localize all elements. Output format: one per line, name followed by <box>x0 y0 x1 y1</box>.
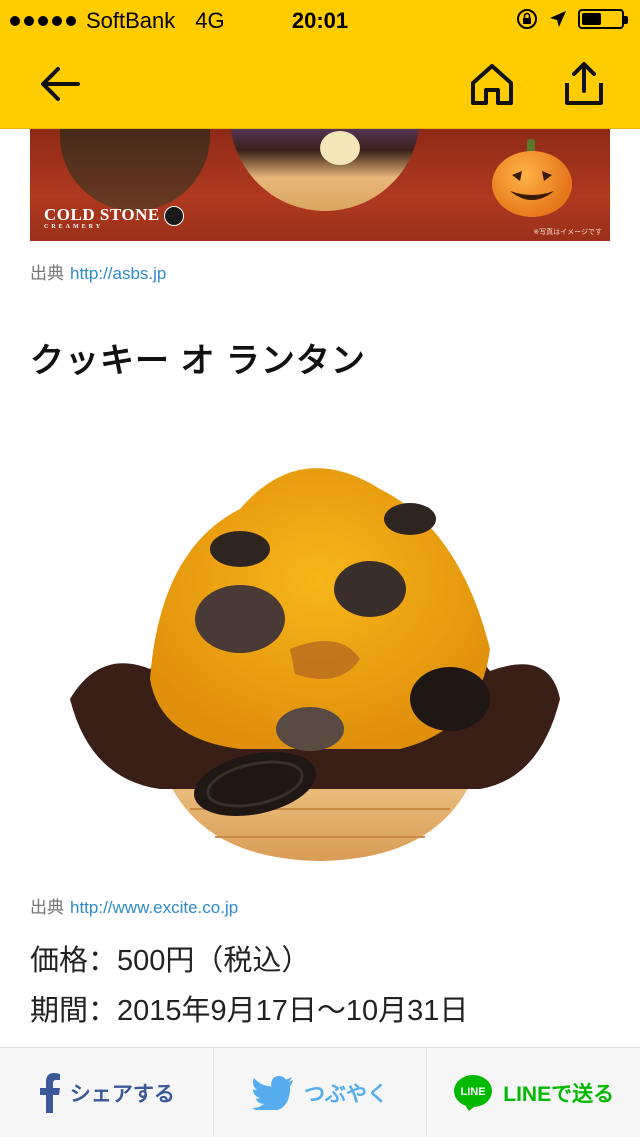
status-right <box>516 8 628 30</box>
source-label: 出典 <box>30 898 64 917</box>
rotation-lock-icon <box>517 9 537 29</box>
location-arrow-icon <box>550 11 566 27</box>
line-share-button[interactable]: LINE LINEで送る <box>427 1048 640 1137</box>
ice-cream-cup-image <box>60 129 210 211</box>
price-text: 価格：500円（税込） <box>30 945 311 977</box>
source-label: 出典 <box>30 264 64 283</box>
product-image-source: 出典 http://www.excite.co.jp <box>30 893 238 918</box>
home-icon <box>471 64 513 105</box>
cold-stone-logo: COLD STONE CREAMERY <box>44 205 184 230</box>
period-text: 期間：2015年9月17日〜10月31日 <box>30 995 469 1027</box>
share-upload-icon <box>565 62 603 105</box>
campaign-banner-image: COLD STONE CREAMERY ※写真はイメージです <box>30 129 610 241</box>
line-share-label: LINEで送る <box>503 1082 615 1106</box>
cookie-o-lantern-product-image <box>70 468 560 861</box>
navigation-bar <box>0 40 640 129</box>
product-heading: クッキー オ ランタン <box>30 342 366 380</box>
facebook-icon <box>39 1072 60 1113</box>
share-button[interactable] <box>558 58 610 110</box>
status-bar: SoftBank 4G 20:01 <box>0 0 640 40</box>
line-badge-text: LINE <box>461 1086 486 1098</box>
battery-level <box>582 13 601 25</box>
twitter-bird-icon <box>252 1075 293 1110</box>
home-button[interactable] <box>466 58 518 110</box>
source-link[interactable]: http://asbs.jp <box>70 264 166 283</box>
twitter-share-label: つぶやく <box>304 1082 388 1106</box>
jack-o-lantern-face <box>510 171 554 200</box>
source-link[interactable]: http://www.excite.co.jp <box>70 898 238 917</box>
arrow-left-icon <box>41 67 80 101</box>
twitter-share-button[interactable]: つぶやく <box>214 1048 428 1137</box>
facebook-share-label: シェアする <box>69 1082 175 1106</box>
banana-slice-image <box>320 131 360 165</box>
line-app-icon: LINE <box>454 1074 493 1111</box>
back-button[interactable] <box>34 58 86 110</box>
facebook-share-button[interactable]: シェアする <box>0 1048 214 1137</box>
logo-text: COLD STONE <box>44 205 160 224</box>
share-bar: シェアする つぶやく LINE LINEで送る <box>0 1047 640 1137</box>
logo-subtext: CREAMERY <box>44 224 104 231</box>
logo-emblem-icon <box>163 206 184 227</box>
article-content: COLD STONE CREAMERY ※写真はイメージです 出典 http://… <box>0 129 640 1047</box>
banner-source: 出典 http://asbs.jp <box>30 259 166 284</box>
battery-icon <box>578 9 628 29</box>
image-note: ※写真はイメージです <box>533 229 602 236</box>
